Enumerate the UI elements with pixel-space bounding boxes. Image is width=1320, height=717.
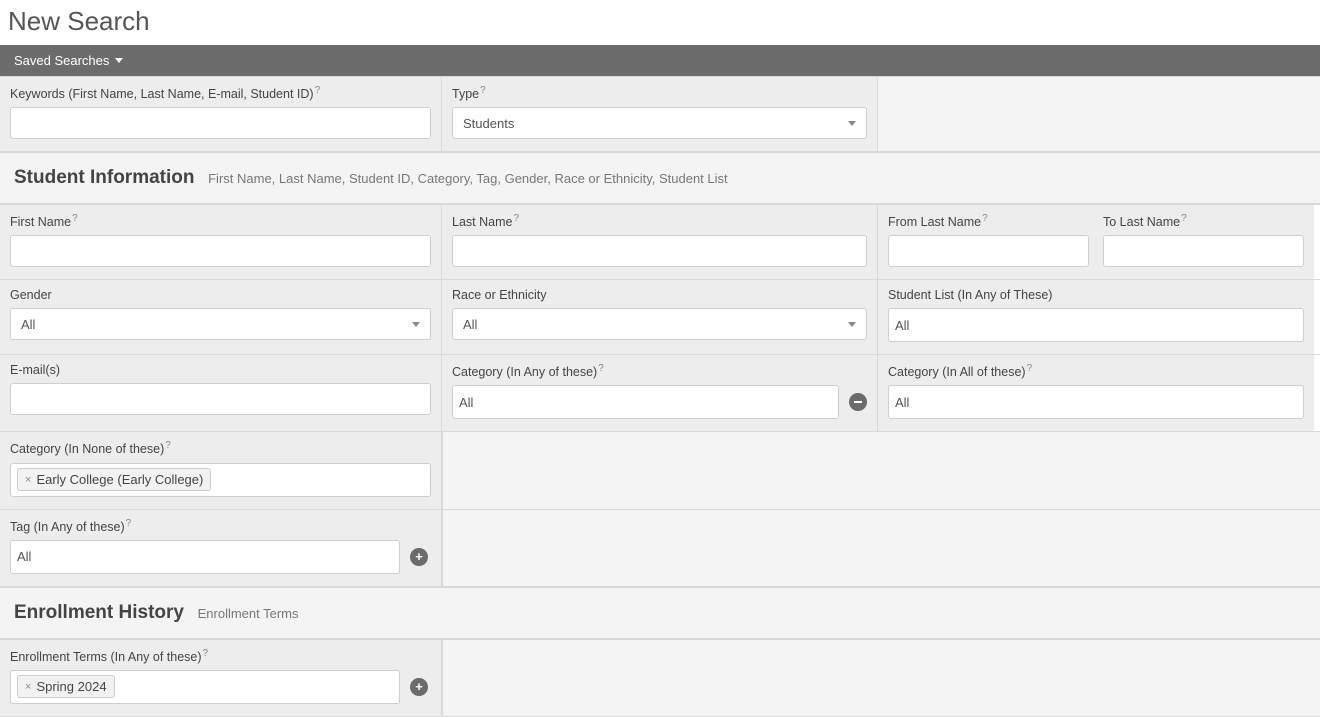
help-icon[interactable]: ? [72,213,78,224]
category-none-token: × Early College (Early College) [17,468,211,491]
category-none-label: Category (In None of these) [10,443,164,457]
student-info-header[interactable]: Student Information First Name, Last Nam… [0,152,1320,204]
last-name-label: Last Name [452,215,512,229]
first-name-label: First Name [10,215,71,229]
enrollment-history-header[interactable]: Enrollment History Enrollment Terms [0,587,1320,639]
remove-token-icon[interactable]: × [25,474,31,486]
saved-searches-dropdown[interactable]: Saved Searches [14,53,123,68]
help-icon[interactable]: ? [126,518,132,529]
from-last-name-input[interactable] [888,235,1089,267]
help-icon[interactable]: ? [598,363,604,374]
category-all-value: All [895,395,909,410]
category-all-input[interactable]: All [888,385,1304,419]
enrollment-terms-token: × Spring 2024 [17,675,115,698]
gender-label: Gender [10,288,431,302]
category-any-input[interactable]: All [452,385,839,419]
help-icon[interactable]: ? [203,648,209,659]
category-any-label: Category (In Any of these) [452,365,597,379]
add-button[interactable] [410,548,428,566]
page-title: New Search [0,0,1320,45]
chevron-down-icon [848,322,856,327]
student-list-value: All [895,318,909,333]
gender-value: All [21,317,35,332]
chevron-down-icon [412,322,420,327]
type-select[interactable]: Students [452,107,867,139]
keywords-label: Keywords (First Name, Last Name, E-mail,… [10,85,431,101]
category-any-value: All [459,395,473,410]
help-icon[interactable]: ? [982,213,988,224]
help-icon[interactable]: ? [165,440,171,451]
enrollment-history-subtitle: Enrollment Terms [198,606,299,621]
first-name-input[interactable] [10,235,431,267]
chevron-down-icon [115,58,123,63]
enrollment-history-title: Enrollment History [14,602,184,624]
race-label: Race or Ethnicity [452,288,867,302]
type-value: Students [463,116,514,131]
help-icon[interactable]: ? [1181,213,1187,224]
tag-any-input[interactable]: All [10,540,400,574]
help-icon[interactable]: ? [1027,363,1033,374]
category-all-label: Category (In All of these) [888,365,1026,379]
toolbar: Saved Searches [0,45,1320,76]
student-info-subtitle: First Name, Last Name, Student ID, Categ… [208,171,728,186]
enrollment-terms-token-label: Spring 2024 [36,679,106,694]
help-icon[interactable]: ? [480,85,486,96]
help-icon[interactable]: ? [513,213,519,224]
category-none-input[interactable]: × Early College (Early College) [10,463,431,497]
keywords-cell: Keywords (First Name, Last Name, E-mail,… [0,77,442,151]
from-last-name-label: From Last Name [888,215,981,229]
race-value: All [463,317,477,332]
chevron-down-icon [848,121,856,126]
enrollment-terms-label: Enrollment Terms (In Any of these) [10,650,202,664]
last-name-input[interactable] [452,235,867,267]
student-list-label: Student List (In Any of These) [888,288,1304,302]
enrollment-terms-input[interactable]: × Spring 2024 [10,670,400,704]
keywords-input[interactable] [10,107,431,139]
to-last-name-label: To Last Name [1103,215,1180,229]
add-button[interactable] [410,678,428,696]
race-select[interactable]: All [452,308,867,340]
student-list-input[interactable]: All [888,308,1304,342]
email-input[interactable] [10,383,431,415]
category-none-token-label: Early College (Early College) [36,472,203,487]
type-label: Type? [452,85,867,101]
to-last-name-input[interactable] [1103,235,1304,267]
student-info-title: Student Information [14,167,194,189]
tag-any-label: Tag (In Any of these) [10,520,125,534]
remove-token-icon[interactable]: × [25,681,31,693]
remove-button[interactable] [849,393,867,411]
gender-select[interactable]: All [10,308,431,340]
help-icon[interactable]: ? [315,85,321,96]
tag-any-value: All [17,549,31,564]
saved-searches-label: Saved Searches [14,53,109,68]
type-cell: Type? Students [442,77,878,151]
email-label: E-mail(s) [10,363,431,377]
